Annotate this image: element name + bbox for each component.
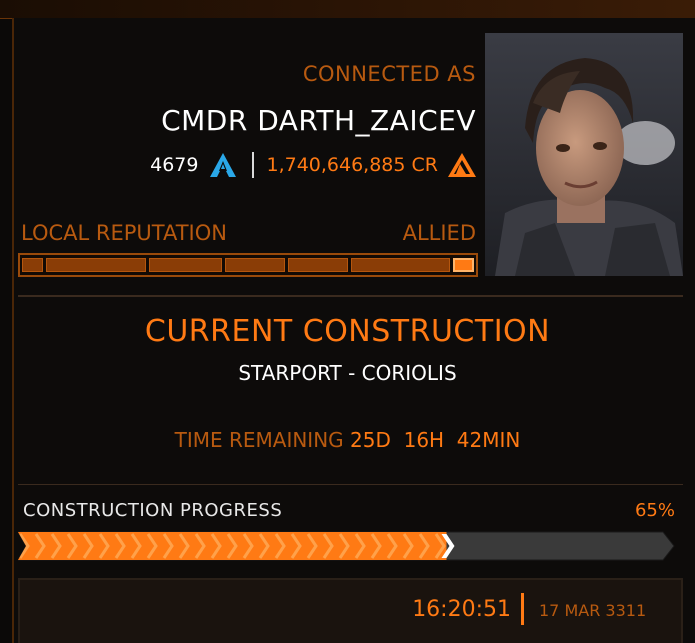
window-top-frame xyxy=(0,0,695,19)
commander-stats: 4679 1,740,646,885 CR xyxy=(150,148,478,182)
reputation-segment xyxy=(148,258,222,272)
local-reputation-label: LOCAL REPUTATION xyxy=(21,221,227,245)
federation-rank-icon xyxy=(206,151,240,179)
construction-progress-bar xyxy=(17,530,676,562)
reputation-segment xyxy=(224,258,285,272)
credits-value: 1,740,646,885 CR xyxy=(266,154,438,176)
construction-progress-label: CONSTRUCTION PROGRESS xyxy=(23,500,283,521)
time-remaining-row: TIME REMAINING 25D 16H 42MIN xyxy=(0,428,695,452)
reputation-segment xyxy=(45,258,146,272)
stats-divider xyxy=(252,152,255,178)
time-remaining-label: TIME REMAINING xyxy=(174,428,344,452)
section-divider xyxy=(18,484,683,485)
commander-name: CMDR DARTH_ZAICEV xyxy=(161,104,476,137)
clock-divider xyxy=(521,593,524,625)
reputation-segment xyxy=(351,258,450,272)
section-divider xyxy=(18,295,683,297)
time-remaining-value: 25D 16H 42MIN xyxy=(350,428,521,452)
reputation-current-marker xyxy=(452,258,474,272)
current-construction-title: CURRENT CONSTRUCTION xyxy=(144,314,551,349)
game-time: 16:20:51 xyxy=(412,597,511,622)
construction-type: STARPORT - CORIOLIS xyxy=(238,361,457,385)
reputation-segment xyxy=(287,258,349,272)
reputation-status: ALLIED xyxy=(402,221,476,245)
reputation-bar xyxy=(18,253,478,277)
progress-fill xyxy=(18,532,447,560)
construction-progress-percent: 65% xyxy=(634,500,675,521)
reputation-segment xyxy=(22,258,43,272)
game-date: 17 MAR 3311 xyxy=(539,601,647,620)
credits-icon xyxy=(446,151,478,179)
commander-portrait xyxy=(485,33,683,276)
rank-value: 4679 xyxy=(150,154,199,176)
connected-as-label: CONNECTED AS xyxy=(302,62,476,86)
